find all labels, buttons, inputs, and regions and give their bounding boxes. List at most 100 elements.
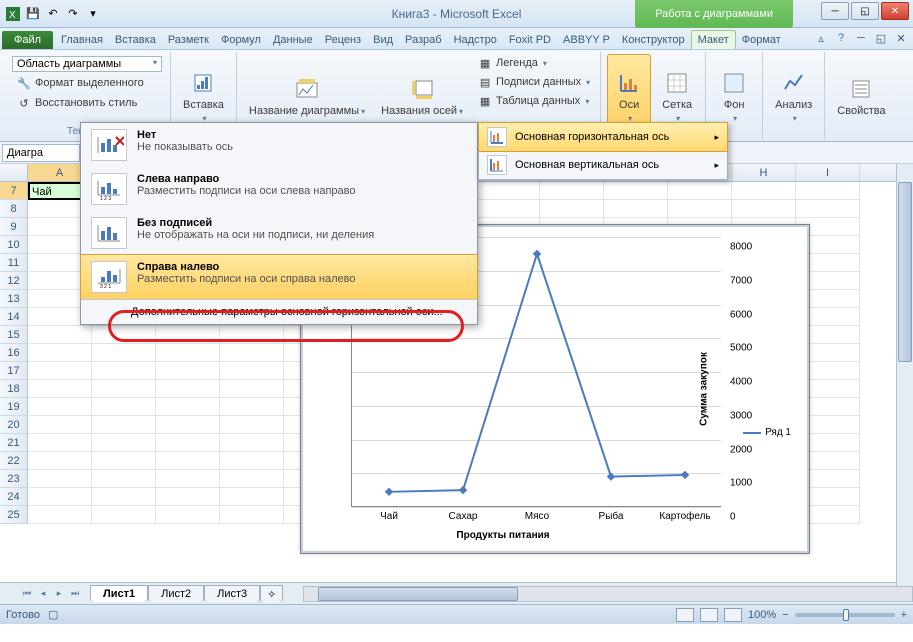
restore-button[interactable]: ◱: [851, 2, 879, 20]
macro-icon[interactable]: ▢: [48, 608, 58, 621]
row-header[interactable]: 19: [0, 398, 28, 416]
row-header[interactable]: 22: [0, 452, 28, 470]
col-header[interactable]: I: [796, 164, 860, 181]
tab-review[interactable]: Реценз: [319, 31, 367, 49]
data-table-button[interactable]: ▦Таблица данных▾: [473, 92, 594, 110]
row-header[interactable]: 24: [0, 488, 28, 506]
tab-data[interactable]: Данные: [267, 31, 319, 49]
submenu-h-axis[interactable]: Основная горизонтальная ось ▸: [478, 122, 728, 152]
row-header[interactable]: 23: [0, 470, 28, 488]
sheet-tab[interactable]: Лист3: [204, 585, 260, 602]
row-header[interactable]: 21: [0, 434, 28, 452]
option-ltr[interactable]: 1 2 3 Слева направоРазместить подписи на…: [81, 167, 477, 211]
tab-chart-layout[interactable]: Макет: [691, 30, 736, 49]
chart-legend[interactable]: Ряд 1: [743, 427, 791, 438]
close-button[interactable]: ✕: [881, 2, 909, 20]
excel-icon[interactable]: X: [4, 5, 22, 23]
hscroll-thumb[interactable]: [318, 587, 518, 601]
option-none[interactable]: НетНе показывать ось: [81, 123, 477, 167]
format-selection-button[interactable]: 🔧Формат выделенного: [12, 74, 162, 92]
row-header[interactable]: 13: [0, 290, 28, 308]
tab-chart-design[interactable]: Конструктор: [616, 31, 691, 49]
zoom-in-button[interactable]: +: [901, 609, 907, 621]
doc-restore-icon[interactable]: ◱: [873, 30, 889, 46]
gridlines-icon: [661, 67, 693, 99]
view-normal-button[interactable]: [676, 608, 694, 622]
submenu-v-axis[interactable]: Основная вертикальная ось ▸: [479, 151, 727, 179]
tab-foxit[interactable]: Foxit PD: [503, 31, 557, 49]
ltr-icon: 1 2 3: [91, 173, 127, 205]
sheet-tab[interactable]: Лист2: [148, 585, 204, 602]
row-header[interactable]: 12: [0, 272, 28, 290]
save-icon[interactable]: 💾: [24, 5, 42, 23]
row-header[interactable]: 11: [0, 254, 28, 272]
legend-button[interactable]: ▦Легенда▾: [473, 54, 594, 72]
help-icon[interactable]: ?: [833, 30, 849, 46]
minimize-button[interactable]: ─: [821, 2, 849, 20]
analysis-button[interactable]: Анализ▾: [769, 54, 818, 137]
sheet-nav-last[interactable]: ⏭: [68, 587, 82, 601]
option-more[interactable]: Дополнительные параметры основной горизо…: [81, 299, 477, 324]
row-header[interactable]: 7: [0, 182, 28, 200]
row-header[interactable]: 16: [0, 344, 28, 362]
chart-element-selector[interactable]: Область диаграммы▾: [12, 56, 162, 72]
qat-more-icon[interactable]: ▾: [84, 5, 102, 23]
undo-icon[interactable]: ↶: [44, 5, 62, 23]
row-header[interactable]: 8: [0, 200, 28, 218]
tab-home[interactable]: Главная: [55, 31, 109, 49]
row-header[interactable]: 14: [0, 308, 28, 326]
view-page-break-button[interactable]: [724, 608, 742, 622]
sheet-nav-prev[interactable]: ◂: [36, 587, 50, 601]
tab-insert[interactable]: Вставка: [109, 31, 162, 49]
data-labels-button[interactable]: ▤Подписи данных▾: [473, 73, 594, 91]
option-nolabels[interactable]: Без подписейНе отображать на оси ни подп…: [81, 211, 477, 255]
tab-chart-format[interactable]: Формат: [736, 31, 787, 49]
insert-icon: [187, 67, 219, 99]
svg-text:1 2 3: 1 2 3: [100, 196, 111, 201]
tab-view[interactable]: Вид: [367, 31, 399, 49]
tab-file[interactable]: Файл: [2, 31, 53, 49]
ribbon-minimize-icon[interactable]: ▵: [813, 30, 829, 46]
name-box[interactable]: Диагра: [2, 144, 80, 162]
row-header[interactable]: 9: [0, 218, 28, 236]
select-all-corner[interactable]: [0, 164, 28, 181]
row-header[interactable]: 17: [0, 362, 28, 380]
redo-icon[interactable]: ↷: [64, 5, 82, 23]
tab-dev[interactable]: Разраб: [399, 31, 448, 49]
sheet-nav-first[interactable]: ⏮: [20, 587, 34, 601]
quick-access-toolbar: X 💾 ↶ ↷ ▾: [0, 5, 106, 23]
zoom-level[interactable]: 100%: [748, 609, 776, 621]
sheet-nav-next[interactable]: ▸: [52, 587, 66, 601]
tab-abbyy[interactable]: ABBYY P: [557, 31, 616, 49]
tab-layout[interactable]: Разметк: [162, 31, 215, 49]
format-sel-icon: 🔧: [16, 75, 32, 91]
row-header[interactable]: 15: [0, 326, 28, 344]
tab-formulas[interactable]: Формул: [215, 31, 267, 49]
legend-marker: [743, 432, 761, 434]
sheet-tab[interactable]: Лист1: [90, 585, 148, 602]
new-sheet-button[interactable]: ✧: [260, 585, 283, 603]
props-icon: [845, 73, 877, 105]
zoom-slider[interactable]: [795, 613, 895, 617]
vscroll-thumb[interactable]: [898, 182, 912, 362]
properties-button[interactable]: Свойства: [831, 54, 891, 137]
row-header[interactable]: 10: [0, 236, 28, 254]
vertical-scrollbar[interactable]: [896, 164, 913, 600]
chevron-right-icon: ▸: [714, 160, 719, 171]
row-header[interactable]: 18: [0, 380, 28, 398]
view-page-layout-button[interactable]: [700, 608, 718, 622]
y-axis-title: Сумма закупок: [699, 352, 710, 426]
tab-addins[interactable]: Надстро: [448, 31, 503, 49]
col-header[interactable]: H: [732, 164, 796, 181]
doc-close-icon[interactable]: ✕: [893, 30, 909, 46]
option-rtl[interactable]: 3 2 1 Справа налевоРазместить подписи на…: [80, 254, 478, 300]
window-title: Книга3 - Microsoft Excel: [392, 7, 522, 21]
h-axis-icon: [487, 127, 507, 147]
horizontal-scrollbar[interactable]: [303, 586, 913, 602]
zoom-out-button[interactable]: −: [782, 609, 788, 621]
reset-style-button[interactable]: ↺Восстановить стиль: [12, 94, 162, 112]
row-header[interactable]: 20: [0, 416, 28, 434]
doc-minimize-icon[interactable]: ─: [853, 30, 869, 46]
row-header[interactable]: 25: [0, 506, 28, 524]
zoom-thumb[interactable]: [843, 609, 849, 621]
